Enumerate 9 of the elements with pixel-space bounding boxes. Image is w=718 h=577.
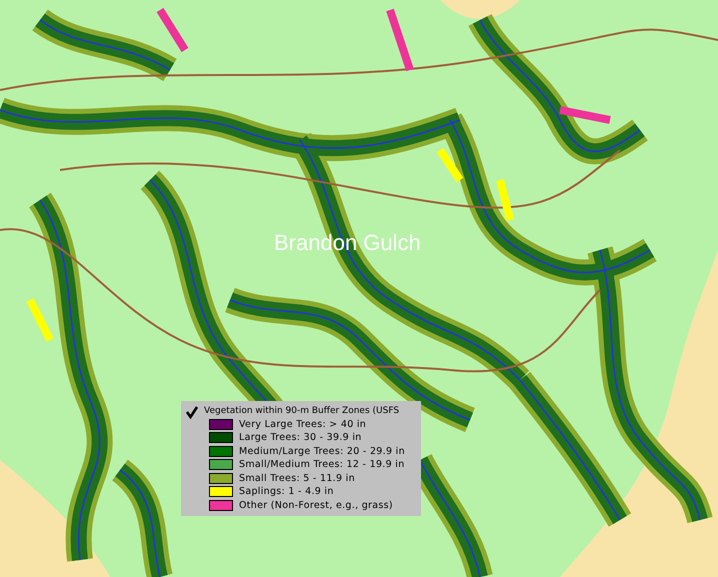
legend-label: Medium/Large Trees: 20 - 29.9 in [239, 446, 405, 457]
legend-label: Saplings: 1 - 4.9 in [239, 486, 334, 498]
legend-title: Vegetation within 90-m Buffer Zones (USFS [204, 406, 400, 416]
legend-label: Large Trees: 30 - 39.9 in [239, 432, 362, 444]
legend-label: Very Large Trees: > 40 in [239, 418, 366, 430]
layer-checkbox[interactable] [185, 404, 199, 417]
legend-label: Small/Medium Trees: 12 - 19.9 in [239, 459, 405, 470]
legend-label: Small Trees: 5 - 11.9 in [239, 472, 355, 484]
legend-label: Other (Non-Forest, e.g., grass) [239, 500, 393, 511]
